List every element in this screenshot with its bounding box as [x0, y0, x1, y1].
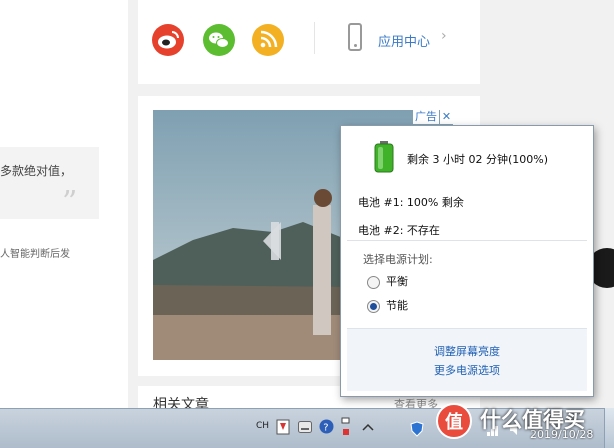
rss-icon[interactable] — [252, 24, 284, 56]
svg-text:?: ? — [323, 423, 328, 434]
wechat-icon[interactable] — [203, 24, 235, 56]
battery-flyout: 剩余 3 小时 02 分钟(100%) 电池 #1: 100% 剩余 电池 #2… — [340, 125, 594, 397]
radio-power-saver[interactable] — [367, 299, 380, 313]
battery-remaining: 剩余 3 小时 02 分钟(100%) — [407, 153, 549, 166]
power-plan-label: 选择电源计划: — [363, 253, 433, 266]
show-desktop-button[interactable] — [604, 408, 614, 448]
flyout-footer: 调整屏幕亮度 更多电源选项 — [347, 328, 587, 391]
share-card: 应用中心 › — [138, 0, 480, 84]
ad-badge[interactable]: 广告 — [413, 109, 439, 124]
input-method-icon[interactable] — [276, 419, 290, 435]
watermark-text: 什么值得买 — [480, 408, 585, 432]
left-column: 多款绝对值， ” 人智能判断后发 — [0, 0, 128, 408]
chevron-up-icon[interactable] — [362, 423, 374, 431]
plan-balanced-label: 平衡 — [386, 275, 408, 288]
plan-power-saver[interactable]: 节能 — [367, 297, 408, 313]
divider — [314, 22, 315, 54]
battery-2-status: 电池 #2: 不存在 — [358, 224, 440, 237]
phone-icon[interactable] — [348, 23, 362, 51]
quote-box — [0, 147, 99, 219]
divider — [347, 240, 587, 241]
chevron-right-icon: › — [441, 28, 447, 44]
svg-text:值: 值 — [445, 411, 463, 433]
quote-mark-icon: ” — [62, 185, 78, 220]
tray-options-icon[interactable] — [341, 417, 353, 439]
app-center-link[interactable]: 应用中心 — [378, 31, 430, 50]
close-icon[interactable]: ✕ — [440, 109, 453, 124]
battery-icon — [374, 141, 394, 173]
plan-power-saver-label: 节能 — [386, 299, 408, 312]
watermark-logo-icon: 值 — [436, 403, 472, 439]
more-power-options-link[interactable]: 更多电源选项 — [347, 362, 587, 378]
ime-indicator[interactable]: CH — [256, 421, 269, 431]
help-icon[interactable]: ? — [319, 419, 334, 434]
plan-balanced[interactable]: 平衡 — [367, 273, 408, 289]
radio-balanced[interactable] — [367, 275, 380, 289]
quote-text: 多款绝对值， — [0, 164, 73, 178]
side-text: 人智能判断后发 — [0, 249, 70, 260]
battery-1-status: 电池 #1: 100% 剩余 — [358, 196, 464, 209]
shield-icon[interactable] — [410, 421, 424, 437]
adjust-brightness-link[interactable]: 调整屏幕亮度 — [347, 343, 587, 359]
keyboard-icon[interactable] — [298, 421, 312, 433]
weibo-icon[interactable] — [152, 24, 184, 56]
